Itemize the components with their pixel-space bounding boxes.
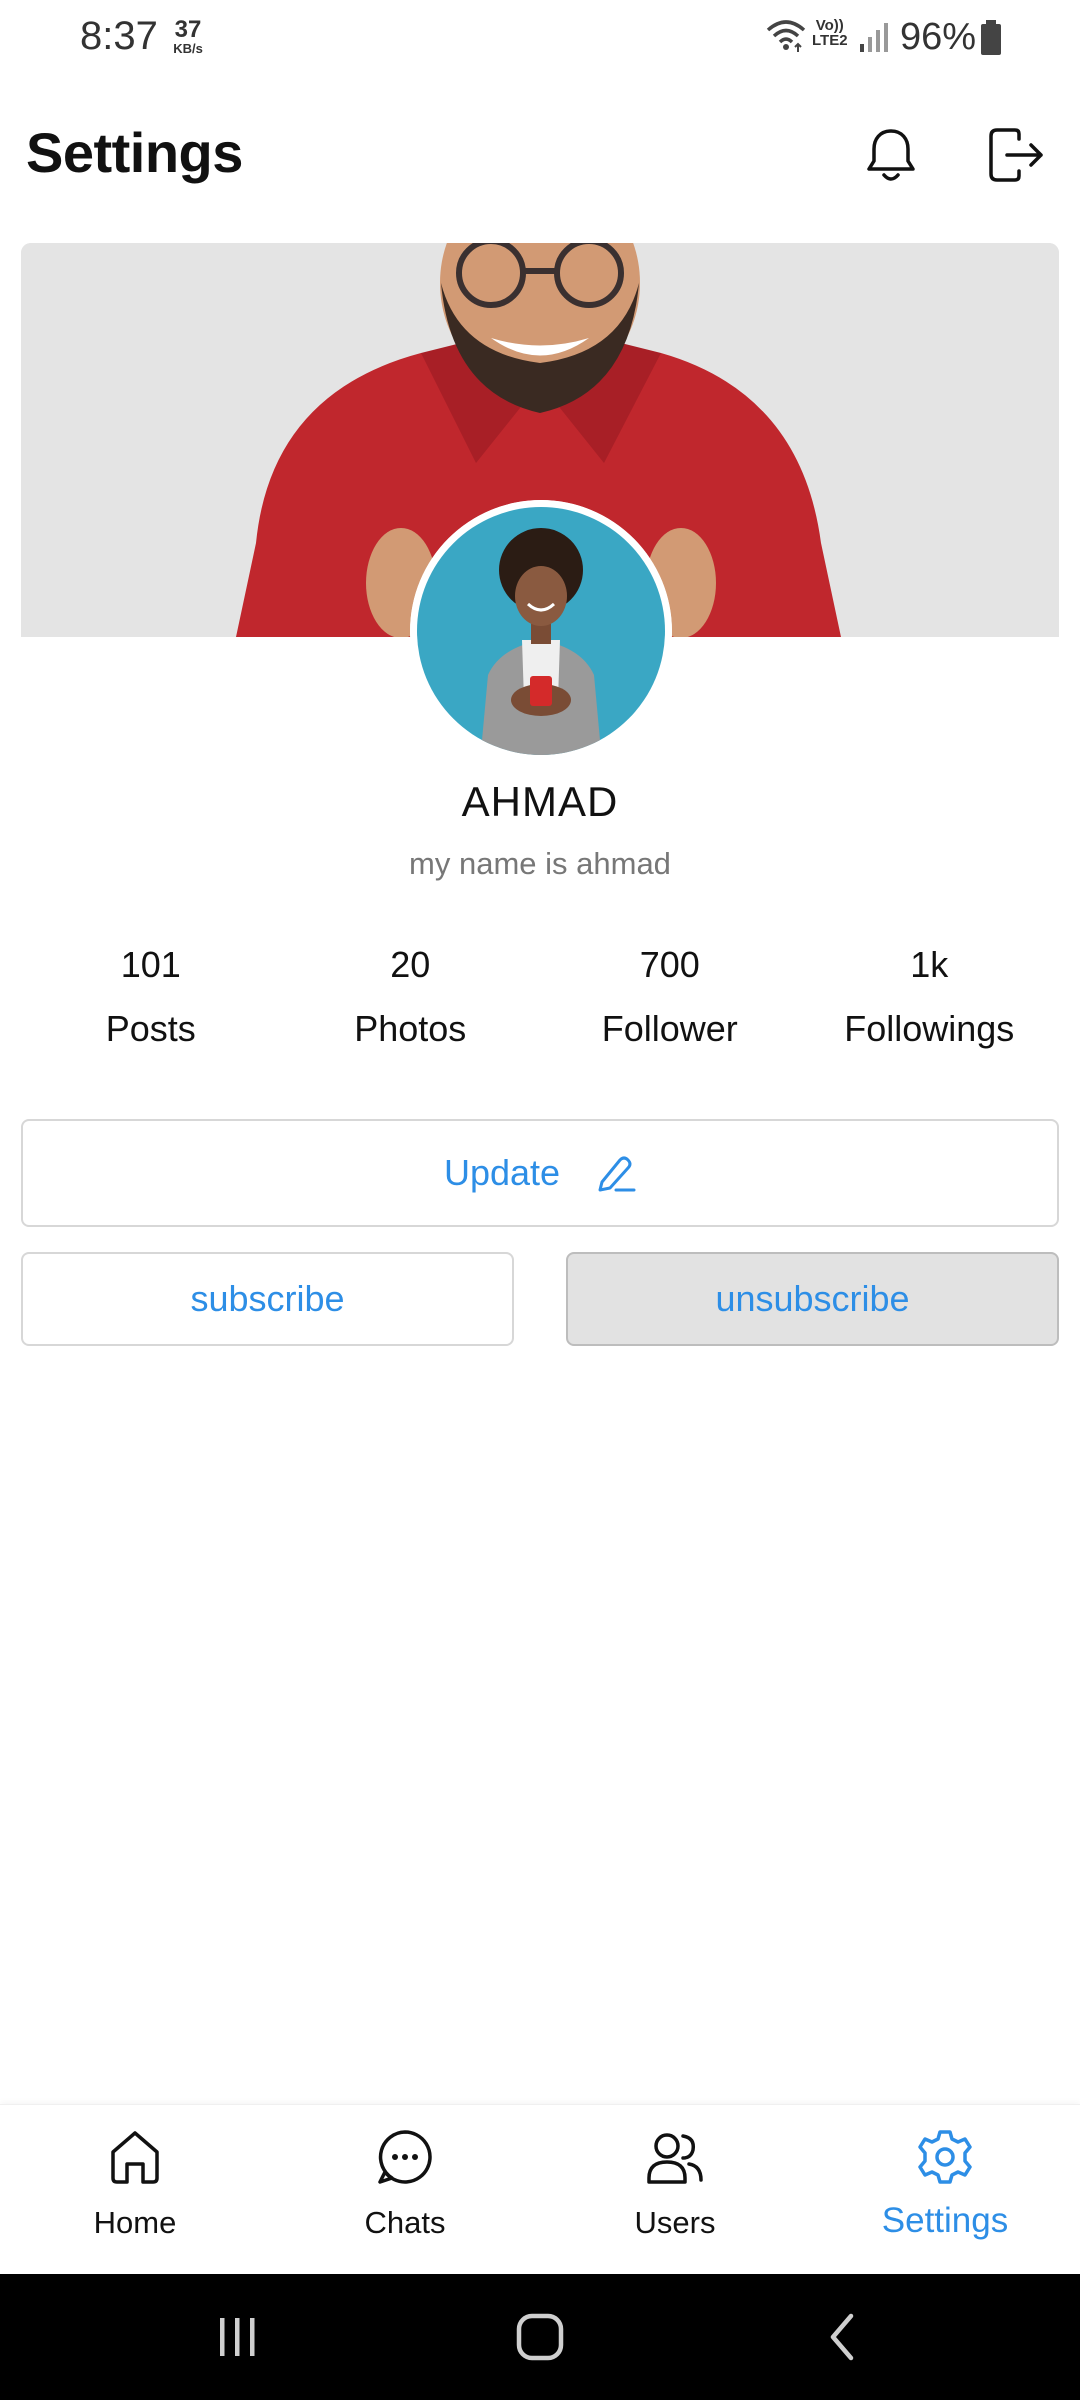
stat-followings[interactable]: 1k Followings xyxy=(800,940,1060,1060)
stat-label: Photos xyxy=(354,1008,467,1049)
users-icon xyxy=(643,2125,707,2189)
nav-label: Settings xyxy=(881,2201,1009,2240)
signal-icon xyxy=(858,20,892,59)
stat-label: Followings xyxy=(844,1008,1015,1049)
stat-value: 20 xyxy=(390,944,431,985)
status-bar: 8:37 37 KB/s Vo)) LTE2 96% xyxy=(0,0,1080,80)
update-button[interactable]: Update xyxy=(21,1119,1059,1227)
nav-item-users[interactable]: Users xyxy=(540,2105,810,2275)
app-header: Settings xyxy=(0,100,1080,210)
nav-item-chats[interactable]: Chats xyxy=(270,2105,540,2275)
wifi-icon xyxy=(764,18,808,59)
bell-icon[interactable] xyxy=(858,122,924,188)
chat-icon xyxy=(373,2125,437,2189)
volte-bottom: LTE2 xyxy=(812,32,848,49)
nav-item-home[interactable]: Home xyxy=(0,2105,270,2275)
stat-photos[interactable]: 20 Photos xyxy=(281,940,541,1060)
profile-stats: 101 Posts 20 Photos 700 Follower 1k Foll… xyxy=(21,940,1059,1060)
unsubscribe-button[interactable]: unsubscribe xyxy=(566,1252,1059,1346)
battery-percent: 96% xyxy=(900,16,977,58)
nav-item-settings[interactable]: Settings xyxy=(810,2105,1080,2275)
volte-indicator: Vo)) LTE2 xyxy=(812,18,848,48)
subscribe-button[interactable]: subscribe xyxy=(21,1252,514,1346)
stat-label: Follower xyxy=(601,1008,738,1049)
network-speed-unit: KB/s xyxy=(173,41,203,56)
home-icon xyxy=(103,2125,167,2189)
profile-bio: my name is ahmad xyxy=(409,846,671,881)
volte-top: Vo)) xyxy=(815,17,844,34)
stat-followers[interactable]: 700 Follower xyxy=(540,940,800,1060)
stat-label: Posts xyxy=(105,1008,196,1049)
status-time: 8:37 xyxy=(80,14,158,58)
bottom-nav: Home Chats Users Settings xyxy=(0,2104,1080,2275)
logout-icon[interactable] xyxy=(982,122,1048,188)
settings-screen: 8:37 37 KB/s Vo)) LTE2 96% Settings AHMA… xyxy=(0,0,1080,2400)
nav-label: Chats xyxy=(364,2205,446,2240)
profile-name: AHMAD xyxy=(461,778,619,825)
page-title: Settings xyxy=(26,121,243,184)
update-button-label: Update xyxy=(443,1152,561,1193)
avatar[interactable] xyxy=(410,500,672,762)
stat-value: 101 xyxy=(120,944,181,985)
edit-icon xyxy=(594,1152,636,1194)
stat-value: 1k xyxy=(910,944,949,985)
nav-label: Home xyxy=(93,2205,177,2240)
stat-posts[interactable]: 101 Posts xyxy=(21,940,281,1060)
stat-value: 700 xyxy=(639,944,700,985)
recents-icon[interactable] xyxy=(198,2304,278,2370)
nav-label: Users xyxy=(634,2205,716,2240)
system-nav-bar xyxy=(0,2274,1080,2400)
back-icon[interactable] xyxy=(803,2304,883,2370)
network-speed: 37 KB/s xyxy=(166,16,210,56)
battery-icon xyxy=(980,20,1002,61)
home-button-icon[interactable] xyxy=(500,2304,580,2370)
gear-icon xyxy=(913,2125,977,2189)
network-speed-value: 37 xyxy=(174,16,202,43)
